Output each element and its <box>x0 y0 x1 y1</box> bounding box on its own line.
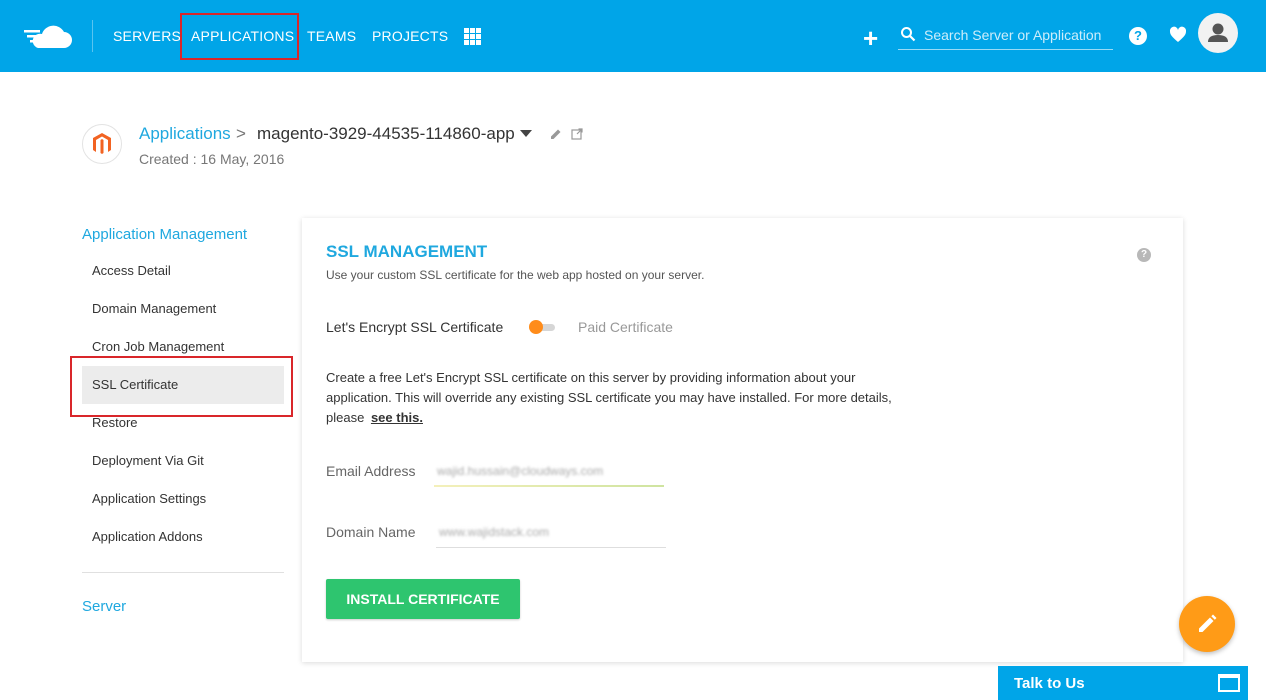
window-icon <box>1218 674 1240 692</box>
ssl-panel-subtitle: Use your custom SSL certificate for the … <box>326 268 705 282</box>
search-icon <box>901 27 916 42</box>
external-link-icon[interactable] <box>571 128 583 140</box>
nav-projects[interactable]: PROJECTS <box>372 28 448 44</box>
heart-icon[interactable] <box>1169 26 1187 44</box>
breadcrumb-applications-link[interactable]: Applications <box>139 124 231 144</box>
app-name-title: magento-3929-44535-114860-app <box>257 124 515 143</box>
pencil-edit-icon[interactable] <box>550 128 562 140</box>
search-bar <box>898 22 1113 50</box>
sidebar-application-management[interactable]: Application Management <box>82 226 247 243</box>
applications-highlight-box <box>180 13 299 60</box>
top-navbar: SERVERS APPLICATIONS TEAMS PROJECTS + ? <box>0 0 1266 72</box>
ssl-description: Create a free Let's Encrypt SSL certific… <box>326 368 896 428</box>
sidebar-item-application-settings[interactable]: Application Settings <box>82 480 284 518</box>
sidebar-item-access-detail[interactable]: Access Detail <box>82 252 284 290</box>
sidebar-server-link[interactable]: Server <box>82 598 126 615</box>
ssl-help-icon[interactable]: ? <box>1137 248 1151 262</box>
lets-encrypt-label: Let's Encrypt SSL Certificate <box>326 319 504 335</box>
user-avatar[interactable] <box>1198 13 1238 53</box>
domain-name-input[interactable] <box>436 519 666 545</box>
email-input-underline <box>434 485 664 487</box>
caret-down-icon[interactable] <box>520 130 532 137</box>
help-icon[interactable]: ? <box>1129 27 1147 45</box>
cloud-logo-icon[interactable] <box>24 24 72 50</box>
user-icon <box>1208 23 1228 42</box>
domain-input-underline <box>436 547 666 548</box>
sidebar-item-deployment-via-git[interactable]: Deployment Via Git <box>82 442 284 480</box>
sidebar-item-restore[interactable]: Restore <box>82 404 284 442</box>
breadcrumb-separator: > <box>236 124 246 143</box>
email-address-input[interactable] <box>434 458 664 484</box>
search-input[interactable] <box>924 24 1110 46</box>
paid-certificate-label: Paid Certificate <box>578 319 673 335</box>
toggle-knob <box>529 320 543 334</box>
sidebar-item-application-addons[interactable]: Application Addons <box>82 518 284 556</box>
apps-grid-icon[interactable] <box>464 28 481 45</box>
install-certificate-button[interactable]: INSTALL CERTIFICATE <box>326 579 520 619</box>
ssl-management-panel: SSL MANAGEMENT Use your custom SSL certi… <box>302 218 1183 662</box>
certificate-type-toggle[interactable] <box>529 320 555 334</box>
talk-to-us-label: Talk to Us <box>1014 675 1085 692</box>
magento-logo-icon <box>82 124 122 164</box>
sidebar-item-domain-management[interactable]: Domain Management <box>82 290 284 328</box>
nav-servers[interactable]: SERVERS <box>113 28 181 44</box>
email-address-label: Email Address <box>326 463 416 479</box>
see-this-link[interactable]: see this. <box>371 410 423 425</box>
domain-name-label: Domain Name <box>326 524 416 540</box>
pencil-icon <box>1199 614 1217 632</box>
talk-to-us-widget[interactable]: Talk to Us <box>998 666 1248 700</box>
ssl-panel-title: SSL MANAGEMENT <box>326 242 488 261</box>
nav-teams[interactable]: TEAMS <box>307 28 356 44</box>
created-date: Created : 16 May, 2016 <box>139 151 285 167</box>
nav-divider <box>92 20 93 52</box>
add-plus-icon[interactable]: + <box>863 25 878 51</box>
sidebar-divider <box>82 572 284 573</box>
floating-edit-button[interactable] <box>1179 596 1235 652</box>
